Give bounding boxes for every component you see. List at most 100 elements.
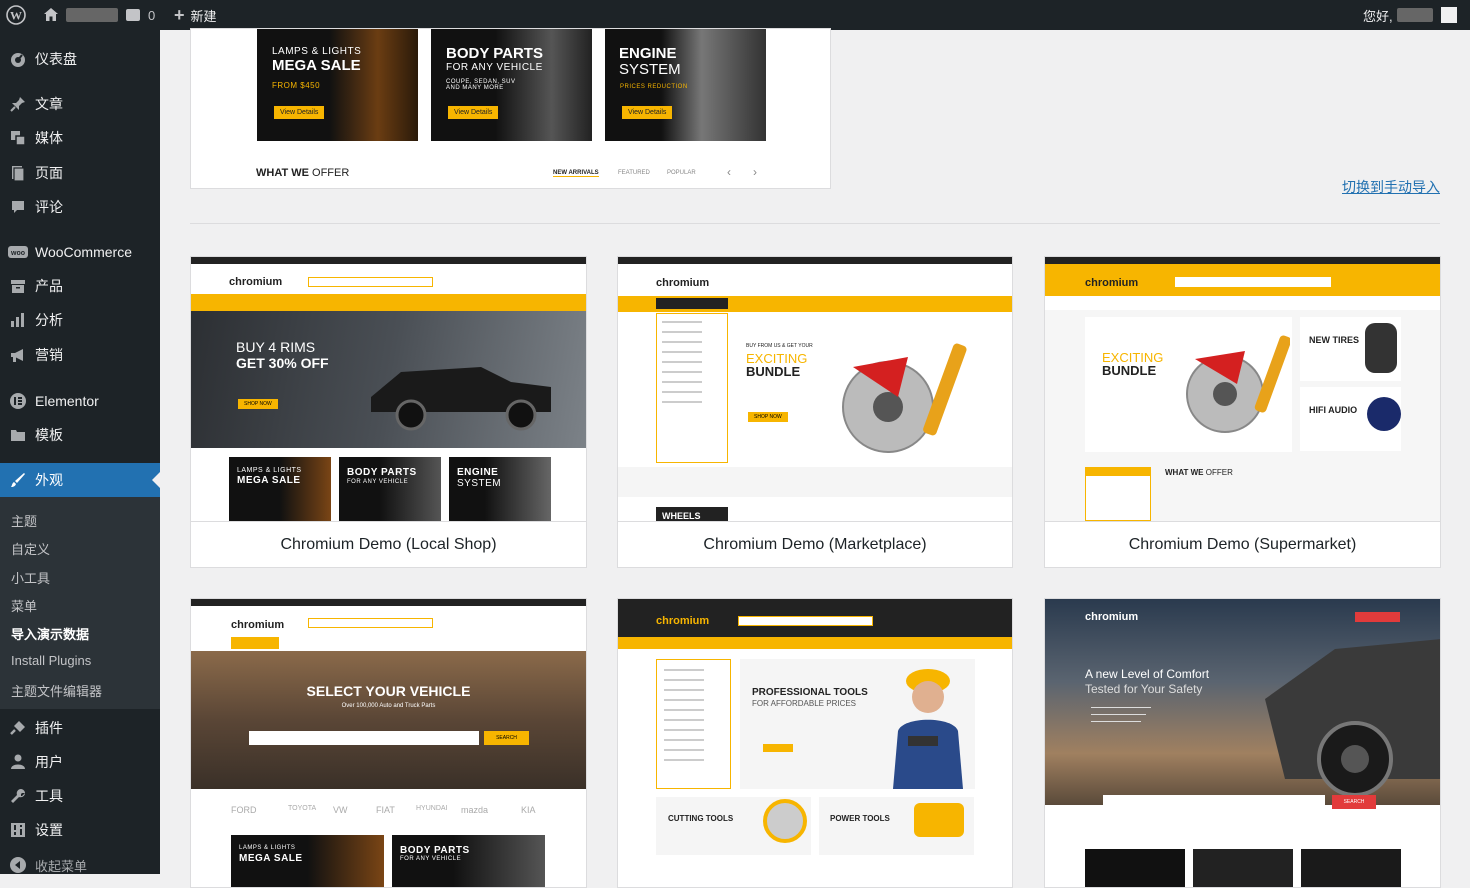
menu-settings[interactable]: 设置 [0,813,160,847]
worker-image [893,669,963,789]
banner-title: BODY PARTS [400,845,470,856]
shop-now-button[interactable] [763,744,793,752]
menu-elementor[interactable]: Elementor [0,384,160,418]
side-banner-2: HIFI AUDIO [1309,405,1358,415]
menu-marketing[interactable]: 营销 [0,338,160,372]
submenu-menus[interactable]: 菜单 [11,596,37,615]
menu-comments[interactable]: 评论 [0,190,160,224]
shop-now-button[interactable]: SHOP NOW [748,412,788,422]
menu-tools[interactable]: 工具 [0,779,160,813]
submenu-import-demo-data[interactable]: 导入演示数据 [11,624,89,643]
tab-new-arrivals[interactable]: NEW ARRIVALS [553,170,599,177]
demo-card-local-shop[interactable]: chromium BUY 4 RIMS GET 30% OFF SHOP NOW… [190,256,587,568]
banner-line2: SYSTEM [619,61,681,78]
tab-featured[interactable]: FEATURED [618,170,650,176]
menu-posts[interactable]: 文章 [0,87,160,121]
menu-products[interactable]: 产品 [0,269,160,303]
hero-line2: Over 100,000 Auto and Truck Parts [341,703,436,709]
menu-appearance[interactable]: 外观 [0,463,160,497]
greeting: 您好, [1363,8,1393,24]
banner-label: SYSTEM [457,478,502,489]
search-button[interactable]: SEARCH [1332,795,1376,809]
chevron-right-icon[interactable]: › [753,165,757,179]
hero-line2: BUNDLE [746,364,801,379]
menu-analytics[interactable]: 分析 [0,303,160,337]
menu-pages[interactable]: 页面 [0,156,160,190]
banner-lamps-lights: LAMPS & LIGHTS MEGA SALE FROM $450 View … [257,29,418,141]
site-name[interactable] [66,0,118,30]
tab-popular[interactable]: POPULAR [667,170,696,176]
submenu-customize[interactable]: 自定义 [11,539,50,558]
menu-dashboard[interactable]: 仪表盘 [0,42,160,76]
submenu-theme-file-editor[interactable]: 主题文件编辑器 [11,681,102,700]
banner-line1: LAMPS & LIGHTS [272,46,362,57]
wordpress-logo-icon[interactable]: W [6,0,26,30]
view-details-button[interactable]: View Details [622,106,673,119]
truck-image [371,367,551,431]
archive-icon [8,276,28,296]
logo: chromium [1085,611,1139,623]
switch-to-manual-import-link[interactable]: 切换到手动导入 [1342,177,1440,197]
hero-line1: A new Level of Comfort [1085,667,1210,681]
menu-label: 工具 [35,788,63,804]
hero-kicker: BUY FROM US & GET YOUR [746,343,813,349]
suv-image [1265,639,1440,797]
shopping-cart-button[interactable] [1355,612,1400,622]
demo-name: Chromium Demo (Local Shop) [191,521,586,567]
bar-chart-icon [8,310,28,330]
menu-users[interactable]: 用户 [0,745,160,779]
menu-woocommerce[interactable]: woo WooCommerce [0,235,160,269]
view-details-button[interactable]: View Details [448,106,499,119]
speaker-image [1367,397,1401,431]
comments-link[interactable]: 0 [126,0,155,30]
menu-collapse[interactable]: 收起菜单 [0,848,160,882]
demo-card-marketplace[interactable]: chromium BUY FROM US & GET YOUR EXCITING… [617,256,1013,568]
new-content-button[interactable]: + 新建 [174,0,217,30]
comment-icon [8,197,28,217]
submenu-themes[interactable]: 主题 [11,511,37,530]
demo-card-supermarket[interactable]: chromium EXCITING BUNDLE NEW TIRES HIFI … [1044,256,1441,568]
menu-label: 页面 [35,165,63,181]
menu-label: 营销 [35,347,63,363]
menu-media[interactable]: 媒体 [0,121,160,155]
menu-label: 模板 [35,427,63,443]
current-menu-indicator [152,472,160,488]
pin-icon [8,94,28,114]
menu-templates[interactable]: 模板 [0,418,160,452]
banner-title: MEGA SALE [239,853,303,864]
logo: chromium [231,619,285,631]
hero-line2: FOR AFFORDABLE PRICES [752,699,857,708]
username [1396,8,1433,22]
banner-label: FOR ANY VEHICLE [400,856,462,862]
main-content: LAMPS & LIGHTS MEGA SALE FROM $450 View … [160,28,1470,888]
comment-bubble-icon [126,9,140,21]
brake-disc-image [842,343,967,453]
hero-line2: GET 30% OFF [236,355,329,371]
search-button[interactable]: SEARCH [484,731,529,745]
demo-card-5[interactable]: chromium PROFESSIONAL TOOLS FOR AFFORDAB… [617,598,1013,888]
submenu-install-plugins[interactable]: Install Plugins [11,653,91,668]
elementor-icon [8,391,28,411]
folder-icon [8,425,28,445]
offer-heading: WHAT WE OFFER [1165,468,1233,477]
chevron-left-icon[interactable]: ‹ [727,165,731,179]
menu-label: 评论 [35,199,63,215]
dashboard-icon [8,49,28,69]
my-account[interactable]: 您好, [1363,0,1457,30]
logo: chromium [1085,277,1139,289]
wrench-icon [8,786,28,806]
shop-now-button[interactable]: SHOP NOW [238,399,278,409]
menu-plugins[interactable]: 插件 [0,711,160,745]
view-details-button[interactable]: View Details [274,106,325,119]
hero-line2: BUNDLE [1102,363,1157,378]
demo-card-6[interactable]: chromium A new Level of Comfort Tested f… [1044,598,1441,888]
page-icon [8,163,28,183]
demo-card-4[interactable]: chromium SELECT YOUR VEHICLE Over 100,00… [190,598,587,888]
submenu-widgets[interactable]: 小工具 [11,568,50,587]
demo-screenshot: chromium BUY 4 RIMS GET 30% OFF SHOP NOW… [191,257,586,521]
menu-label: 媒体 [35,130,63,146]
banner-extra: PRICES REDUCTION [620,84,688,90]
home-icon[interactable] [42,0,60,30]
demo-screenshot: chromium A new Level of Comfort Tested f… [1045,599,1440,887]
brand-fiat: FIAT [376,805,395,815]
